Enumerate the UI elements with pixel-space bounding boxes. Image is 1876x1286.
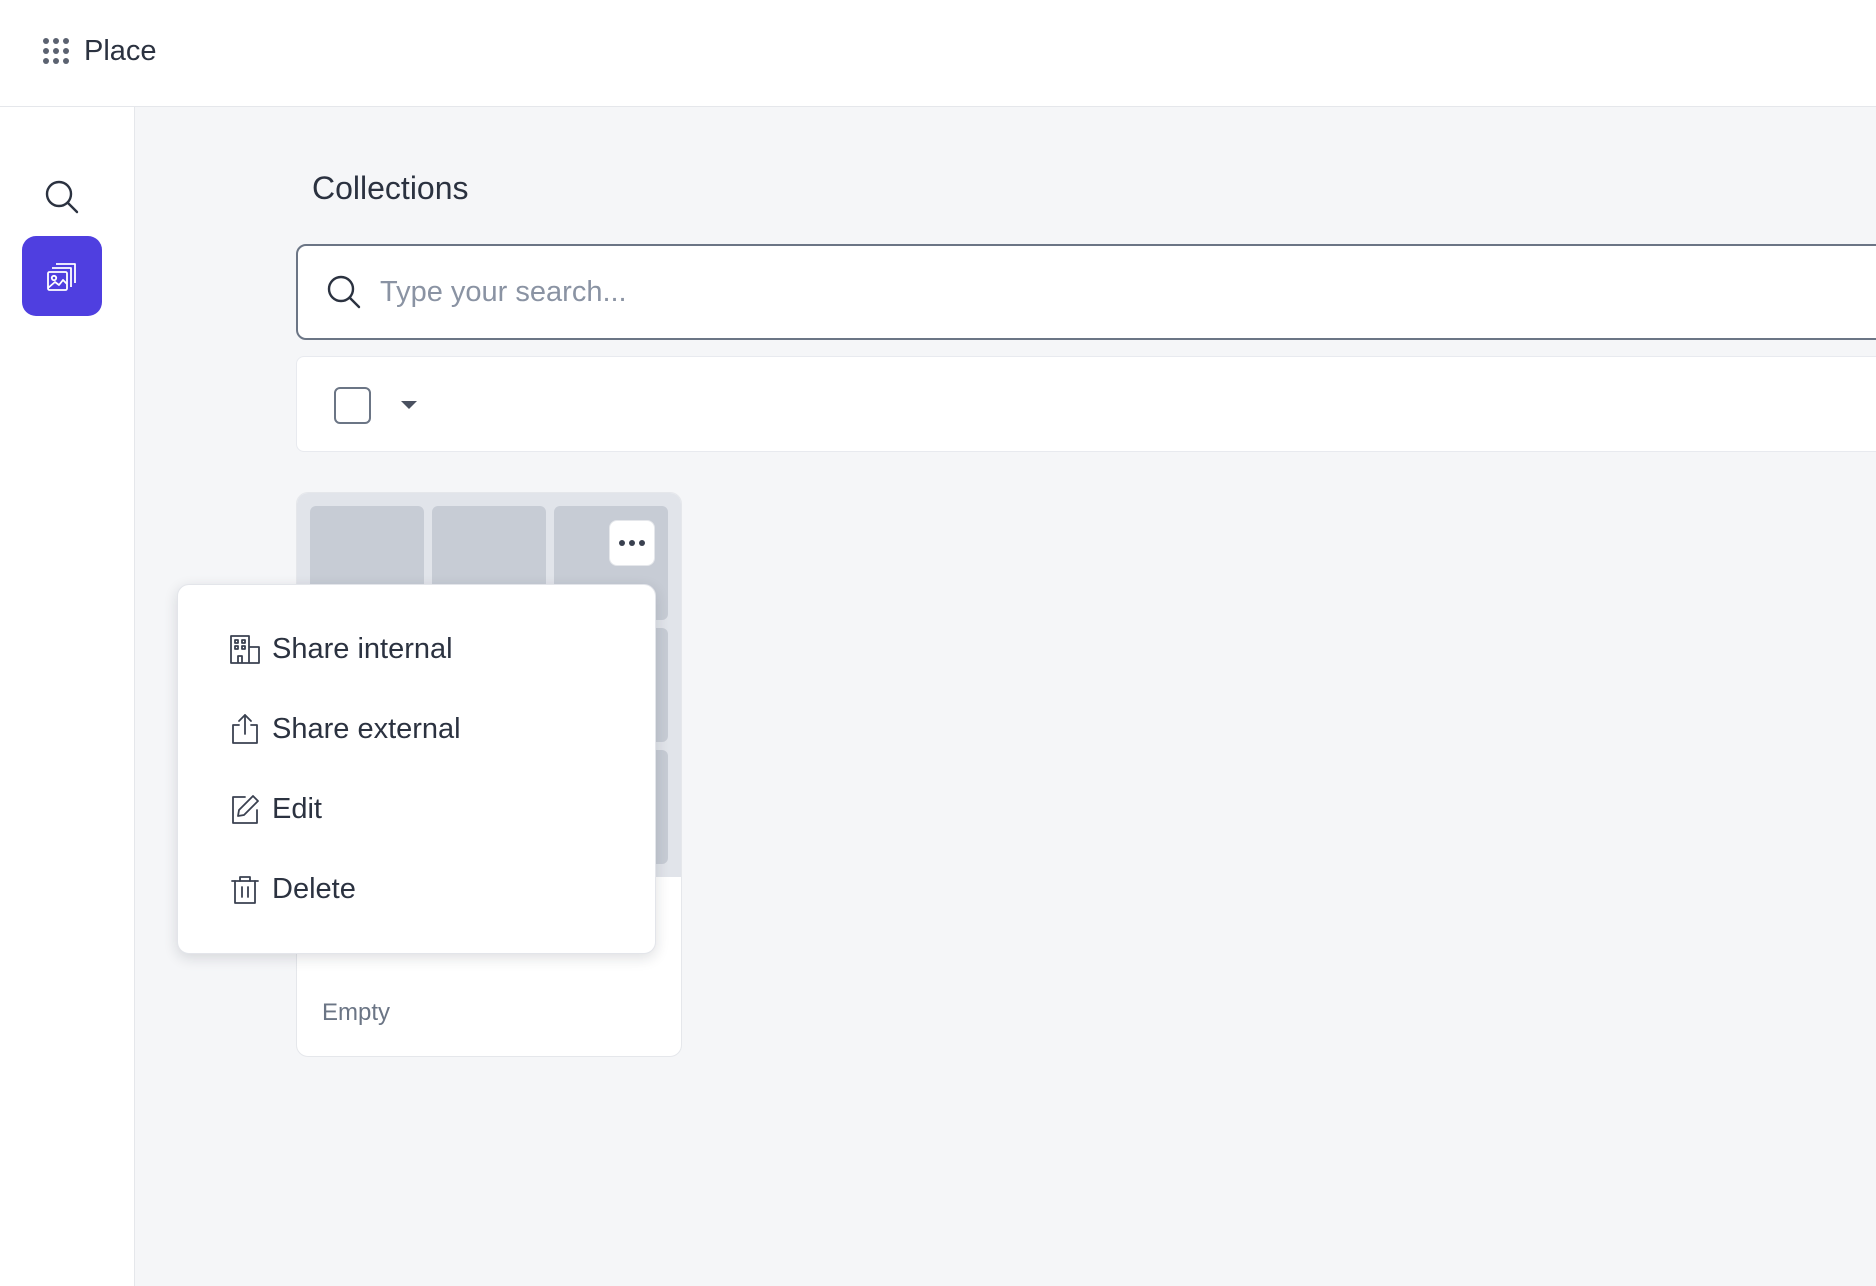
menu-item-edit[interactable]: Edit: [178, 769, 655, 849]
sidebar-item-collections[interactable]: [22, 236, 102, 316]
collection-status: Empty: [322, 999, 391, 1026]
collections-icon: [47, 263, 76, 291]
search-input[interactable]: [378, 264, 1578, 320]
menu-item-delete[interactable]: Delete: [178, 849, 655, 929]
menu-item-label: Edit: [272, 792, 322, 825]
menu-item-share-internal[interactable]: Share internal: [178, 609, 655, 689]
sidebar-item-search[interactable]: [22, 157, 102, 237]
top-bar: Place: [0, 0, 1876, 107]
share-upload-icon: [228, 712, 262, 746]
sidebar: [0, 107, 135, 1286]
more-options-button[interactable]: [609, 520, 655, 566]
search-box: [296, 244, 1876, 340]
select-all-checkbox[interactable]: [334, 387, 371, 424]
building-icon: [228, 632, 262, 666]
menu-item-share-external[interactable]: Share external: [178, 689, 655, 769]
selection-toolbar: [296, 356, 1876, 452]
edit-icon: [228, 792, 262, 826]
app-title: Place: [84, 35, 157, 67]
search-icon: [327, 275, 361, 309]
search-icon: [45, 180, 79, 214]
trash-icon: [228, 872, 262, 906]
menu-item-label: Share external: [272, 712, 461, 745]
page-title: Collections: [312, 170, 469, 206]
menu-item-label: Share internal: [272, 632, 453, 665]
caret-down-icon[interactable]: [397, 393, 421, 417]
more-horizontal-icon: [619, 540, 645, 546]
collection-context-menu: Share internal Share external Edit Delet…: [177, 584, 656, 954]
apps-grid-icon[interactable]: [40, 35, 72, 67]
menu-item-label: Delete: [272, 872, 356, 905]
